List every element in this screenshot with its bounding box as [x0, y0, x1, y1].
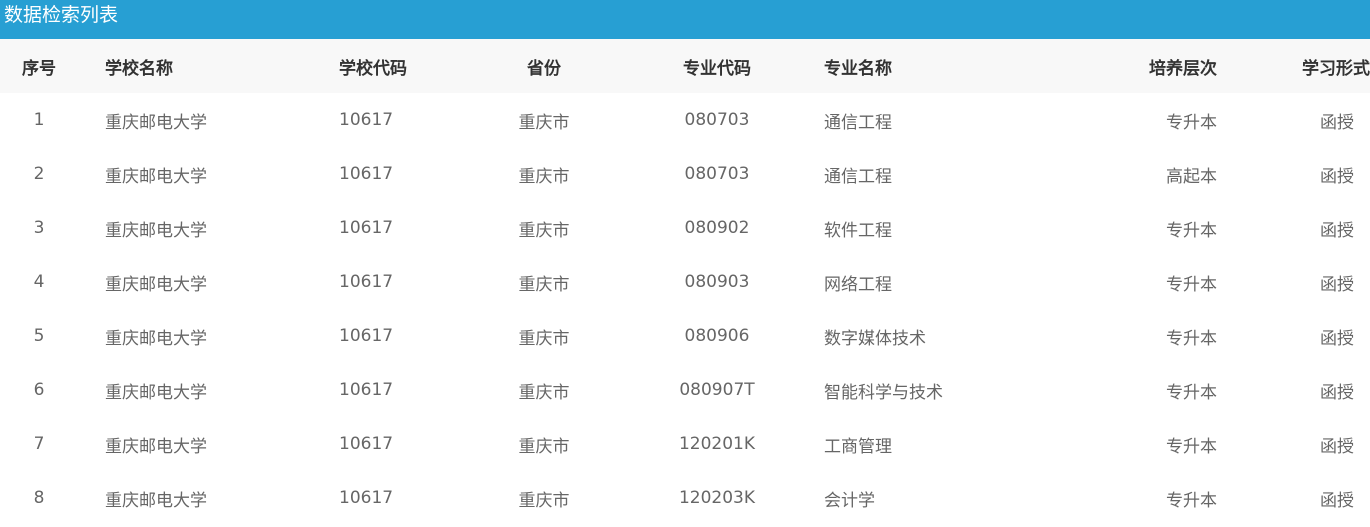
cell-major-code: 080703	[684, 110, 750, 130]
cell-province: 重庆市	[518, 220, 570, 241]
cell-major-code: 080903	[684, 272, 750, 292]
cell-major-name: 通信工程	[824, 112, 892, 133]
cell-index: 7	[33, 434, 45, 454]
cell-major-name: 数字媒体技术	[824, 328, 926, 349]
cell-province: 重庆市	[518, 382, 570, 403]
cell-mode: 函授	[1320, 274, 1354, 295]
cell-major-name: 网络工程	[824, 274, 892, 295]
cell-province: 重庆市	[518, 490, 570, 511]
header-level: 培养层次	[1149, 58, 1217, 79]
table-row: 2 重庆邮电大学 10617 重庆市 080703 通信工程 高起本 函授	[0, 147, 1370, 201]
cell-school: 重庆邮电大学	[105, 220, 207, 241]
cell-mode: 函授	[1320, 166, 1354, 187]
cell-province: 重庆市	[518, 166, 570, 187]
cell-school: 重庆邮电大学	[105, 328, 207, 349]
cell-level: 专升本	[1166, 274, 1217, 295]
cell-school: 重庆邮电大学	[105, 490, 207, 511]
cell-mode: 函授	[1320, 436, 1354, 457]
cell-major-code: 080703	[684, 164, 750, 184]
cell-major-code: 080906	[684, 326, 750, 346]
cell-major-code: 080907T	[679, 380, 755, 400]
cell-major-name: 会计学	[824, 490, 875, 511]
cell-level: 专升本	[1166, 220, 1217, 241]
table-body: 1 重庆邮电大学 10617 重庆市 080703 通信工程 专升本 函授 2 …	[0, 93, 1370, 525]
cell-index: 2	[33, 164, 45, 184]
table-row: 8 重庆邮电大学 10617 重庆市 120203K 会计学 专升本 函授	[0, 471, 1370, 525]
cell-index: 1	[33, 110, 45, 130]
table-row: 6 重庆邮电大学 10617 重庆市 080907T 智能科学与技术 专升本 函…	[0, 363, 1370, 417]
cell-province: 重庆市	[518, 328, 570, 349]
cell-school-code: 10617	[339, 110, 394, 130]
cell-level: 专升本	[1166, 328, 1217, 349]
cell-school: 重庆邮电大学	[105, 382, 207, 403]
table-row: 5 重庆邮电大学 10617 重庆市 080906 数字媒体技术 专升本 函授	[0, 309, 1370, 363]
cell-school: 重庆邮电大学	[105, 112, 207, 133]
cell-school: 重庆邮电大学	[105, 436, 207, 457]
table-row: 1 重庆邮电大学 10617 重庆市 080703 通信工程 专升本 函授	[0, 93, 1370, 147]
cell-major-name: 智能科学与技术	[824, 382, 943, 403]
cell-major-code: 120203K	[678, 488, 756, 508]
data-search-panel: 数据检索列表 序号 学校名称 学校代码 省份 专业代码 专业名称 培养层次 学习…	[0, 0, 1370, 527]
cell-school-code: 10617	[339, 164, 394, 184]
table-row: 3 重庆邮电大学 10617 重庆市 080902 软件工程 专升本 函授	[0, 201, 1370, 255]
cell-major-name: 通信工程	[824, 166, 892, 187]
cell-major-code: 120201K	[678, 434, 756, 454]
cell-level: 专升本	[1166, 436, 1217, 457]
cell-school-code: 10617	[339, 488, 394, 508]
header-index: 序号	[22, 58, 56, 79]
table-row: 4 重庆邮电大学 10617 重庆市 080903 网络工程 专升本 函授	[0, 255, 1370, 309]
cell-major-code: 080902	[684, 218, 750, 238]
cell-mode: 函授	[1320, 220, 1354, 241]
cell-school-code: 10617	[339, 434, 394, 454]
header-province: 省份	[527, 58, 561, 79]
cell-index: 5	[33, 326, 45, 346]
cell-index: 3	[33, 218, 45, 238]
panel-title: 数据检索列表	[0, 0, 1370, 39]
cell-school-code: 10617	[339, 272, 394, 292]
cell-major-name: 工商管理	[824, 436, 892, 457]
header-mode: 学习形式	[1302, 58, 1370, 79]
results-table: 序号 学校名称 学校代码 省份 专业代码 专业名称 培养层次 学习形式 1 重庆…	[0, 39, 1370, 525]
cell-province: 重庆市	[518, 112, 570, 133]
header-school-code: 学校代码	[339, 58, 407, 79]
cell-school: 重庆邮电大学	[105, 274, 207, 295]
cell-mode: 函授	[1320, 382, 1354, 403]
header-major-code: 专业代码	[683, 58, 751, 79]
cell-index: 4	[33, 272, 45, 292]
header-major-name: 专业名称	[824, 58, 892, 79]
header-school: 学校名称	[105, 58, 173, 79]
cell-level: 高起本	[1166, 166, 1217, 187]
table-header-row: 序号 学校名称 学校代码 省份 专业代码 专业名称 培养层次 学习形式	[0, 39, 1370, 93]
table-row: 7 重庆邮电大学 10617 重庆市 120201K 工商管理 专升本 函授	[0, 417, 1370, 471]
cell-mode: 函授	[1320, 328, 1354, 349]
cell-level: 专升本	[1166, 490, 1217, 511]
cell-school: 重庆邮电大学	[105, 166, 207, 187]
cell-mode: 函授	[1320, 490, 1354, 511]
cell-school-code: 10617	[339, 326, 394, 346]
cell-mode: 函授	[1320, 112, 1354, 133]
cell-level: 专升本	[1166, 382, 1217, 403]
cell-index: 8	[33, 488, 45, 508]
cell-level: 专升本	[1166, 112, 1217, 133]
cell-major-name: 软件工程	[824, 220, 892, 241]
table-header: 序号 学校名称 学校代码 省份 专业代码 专业名称 培养层次 学习形式	[0, 39, 1370, 93]
cell-province: 重庆市	[518, 274, 570, 295]
cell-school-code: 10617	[339, 380, 394, 400]
cell-school-code: 10617	[339, 218, 394, 238]
cell-index: 6	[33, 380, 45, 400]
cell-province: 重庆市	[518, 436, 570, 457]
